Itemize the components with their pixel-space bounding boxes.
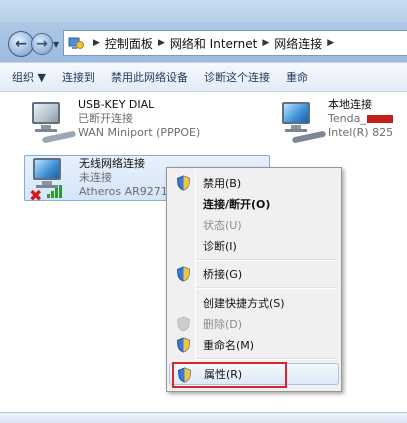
toolbar-organize[interactable]: 组织 ▼ [0,69,54,85]
connection-status: 未连接 [79,171,112,184]
menu-separator [197,259,337,261]
breadcrumb-separator-icon: ▶ [327,38,335,48]
breadcrumb-separator-icon: ▶ [93,38,100,48]
connection-name: 无线网络连接 [79,157,145,170]
signal-bars-icon [47,185,62,198]
disconnected-x-icon: ✖ [29,186,43,205]
back-arrow-icon: ← [15,36,27,52]
connection-status: 已断开连接 [78,112,133,125]
breadcrumb-separator-icon: ▶ [157,38,165,48]
context-menu: 禁用(B) 连接/断开(O) 状态(U) 诊断(I) 桥接(G) 创建快捷方式(… [166,167,342,392]
toolbar-connect-to[interactable]: 连接到 [54,69,103,85]
address-bar[interactable]: ▶ 控制面板 ▶ 网络和 Internet ▶ 网络连接 ▶ [63,30,407,56]
menu-item-create-shortcut[interactable]: 创建快捷方式(S) [169,292,339,314]
toolbar-rename[interactable]: 重命 [278,69,316,85]
menu-item-disable[interactable]: 禁用(B) [169,172,339,194]
breadcrumb-network-internet[interactable]: 网络和 Internet [170,35,257,52]
menu-item-bridge[interactable]: 桥接(G) [169,263,339,285]
uac-shield-icon [176,316,191,332]
wireless-adapter-icon: ✖ [25,156,79,206]
network-adapter-icon [274,98,328,148]
menu-item-rename[interactable]: 重命名(M) [169,334,339,356]
recent-pages-dropdown-icon[interactable]: ▼ [53,40,59,49]
forward-arrow-icon: → [36,36,48,52]
connection-name: USB-KEY DIAL [78,98,155,111]
menu-separator [197,287,337,289]
breadcrumb-network-connections[interactable]: 网络连接 [274,35,322,52]
toolbar-diagnose[interactable]: 诊断这个连接 [196,69,278,85]
status-bar [0,412,407,423]
uac-shield-icon [176,337,191,353]
connection-device: WAN Miniport (PPPOE) [78,126,201,139]
forward-button[interactable]: → [31,33,53,55]
connection-item-local[interactable]: 本地连接 Tenda_ Intel(R) 825 [274,98,407,148]
network-adapter-icon [24,98,78,148]
redacted-mark [366,115,393,123]
connection-name: 本地连接 [328,98,372,111]
command-toolbar: 组织 ▼ 连接到 禁用此网络设备 诊断这个连接 重命 [0,62,407,92]
connection-device: Intel(R) 825 [328,126,394,139]
menu-item-connect-disconnect[interactable]: 连接/断开(O) [169,193,339,215]
uac-shield-icon [176,266,191,282]
control-panel-icon [68,37,84,49]
annotation-highlight-box [172,362,287,388]
toolbar-disable-device[interactable]: 禁用此网络设备 [103,69,196,85]
connection-item-usb-key-dial[interactable]: USB-KEY DIAL 已断开连接 WAN Miniport (PPPOE) [24,98,244,148]
breadcrumb-separator-icon: ▶ [262,38,270,48]
connection-status: Tenda_ [328,112,393,126]
menu-item-diagnose[interactable]: 诊断(I) [169,235,339,257]
menu-separator [197,358,337,360]
breadcrumb-control-panel[interactable]: 控制面板 [105,35,153,52]
menu-item-status: 状态(U) [203,219,242,232]
uac-shield-icon [176,175,191,191]
connection-device: Atheros AR9271 [79,185,168,198]
menu-item-delete: 删除(D) [169,313,339,335]
title-bar-strip [0,0,407,22]
